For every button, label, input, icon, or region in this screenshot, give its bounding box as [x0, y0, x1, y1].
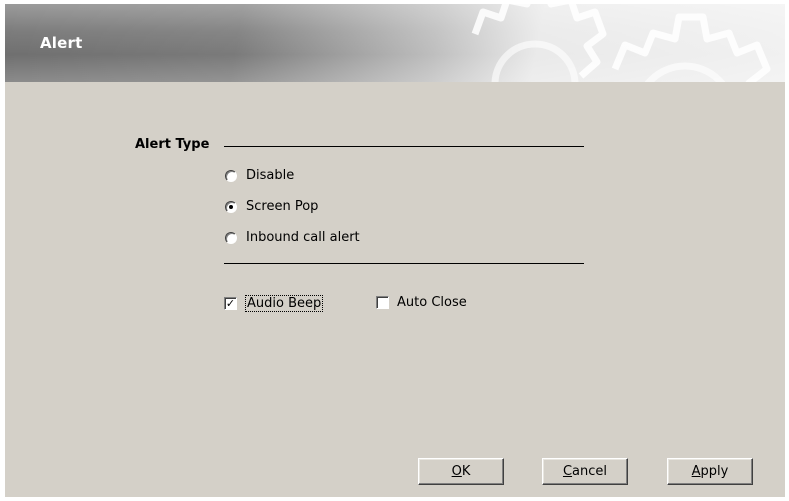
banner: Alert — [5, 4, 785, 82]
auto-close-checkbox[interactable] — [376, 296, 389, 309]
checkbox-audio-beep[interactable]: ✓ Audio Beep — [224, 295, 324, 312]
cancel-button-mnemonic: C — [562, 464, 573, 479]
radio-inbound-call-alert-button[interactable] — [225, 231, 237, 244]
ok-button[interactable]: OK — [418, 458, 504, 485]
audio-beep-checkbox[interactable]: ✓ — [224, 297, 237, 310]
banner-title: Alert — [40, 34, 83, 52]
radio-disable-button[interactable] — [225, 169, 237, 182]
apply-button-mnemonic: A — [691, 464, 701, 479]
radio-inbound-call-alert-label[interactable]: Inbound call alert — [246, 230, 360, 245]
alert-dialog: Alert Alert Type Disable Screen Pop Inbo… — [5, 4, 785, 497]
audio-beep-label[interactable]: Audio Beep — [245, 295, 324, 312]
apply-button[interactable]: Apply — [667, 458, 753, 485]
radio-disable[interactable]: Disable — [225, 168, 294, 183]
radio-screen-pop-label[interactable]: Screen Pop — [246, 199, 318, 214]
alert-type-bottom-rule — [224, 263, 584, 264]
radio-disable-label[interactable]: Disable — [246, 168, 294, 183]
radio-inbound-call-alert[interactable]: Inbound call alert — [225, 230, 360, 245]
checkbox-auto-close[interactable]: Auto Close — [376, 295, 467, 310]
ok-button-mnemonic: O — [451, 464, 462, 479]
cancel-button-label: ancel — [572, 464, 608, 479]
alert-type-top-rule — [224, 146, 584, 147]
radio-screen-pop-button[interactable] — [225, 200, 237, 213]
cancel-button[interactable]: Cancel — [542, 458, 628, 485]
ok-button-label: K — [461, 464, 471, 479]
alert-type-label: Alert Type — [135, 137, 210, 152]
gears-icon — [471, 4, 771, 82]
apply-button-label: pply — [700, 464, 729, 479]
radio-screen-pop[interactable]: Screen Pop — [225, 199, 318, 214]
auto-close-label[interactable]: Auto Close — [397, 295, 467, 310]
